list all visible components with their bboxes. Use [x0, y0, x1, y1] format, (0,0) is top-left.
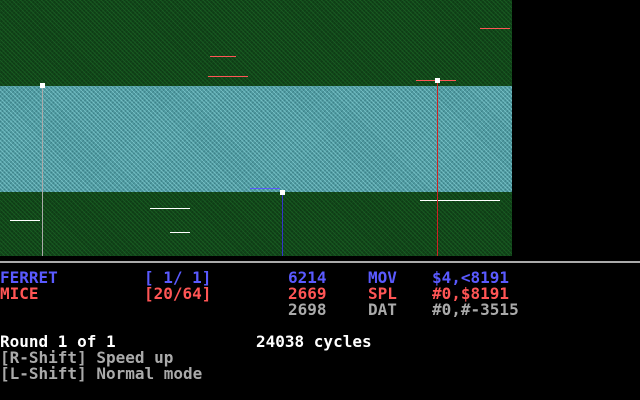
- warrior-name: MICE: [0, 284, 39, 303]
- core-speck: [480, 28, 510, 29]
- core-speck: [210, 56, 236, 57]
- warrior-processes: [20/64]: [144, 284, 212, 303]
- pointer-head-ferret: [280, 190, 285, 195]
- core-speck: [10, 220, 40, 221]
- core-speck: [420, 200, 500, 201]
- core-speck: [170, 232, 190, 233]
- pointer-line-neutral: [42, 86, 43, 256]
- cycle-counter: 24038 cycles: [256, 332, 372, 351]
- pointer-line-ferret: [282, 193, 283, 256]
- pointer-line-mice: [437, 82, 438, 256]
- pointer-head-mice: [435, 78, 440, 83]
- pointer-head-neutral: [40, 83, 45, 88]
- core-cell-cycles: 2698: [288, 300, 327, 319]
- hint-normal-mode: [L-Shift] Normal mode: [0, 366, 202, 382]
- core-cell-opcode: DAT: [368, 300, 397, 319]
- core-speck: [250, 188, 280, 189]
- core-memory-view: [0, 0, 512, 256]
- core-occupied-band: [0, 86, 512, 192]
- core-speck: [150, 208, 190, 209]
- separator-line: [0, 261, 640, 263]
- core-speck: [208, 76, 248, 77]
- hint-normal-mode-text: [L-Shift] Normal mode: [0, 364, 203, 383]
- core-cell-row: 2698 DAT #0,#-3515: [0, 302, 519, 318]
- warrior-row-mice: MICE [20/64] 2669 SPL #0,$8191: [0, 286, 509, 302]
- core-cell-operands: #0,#-3515: [432, 300, 519, 319]
